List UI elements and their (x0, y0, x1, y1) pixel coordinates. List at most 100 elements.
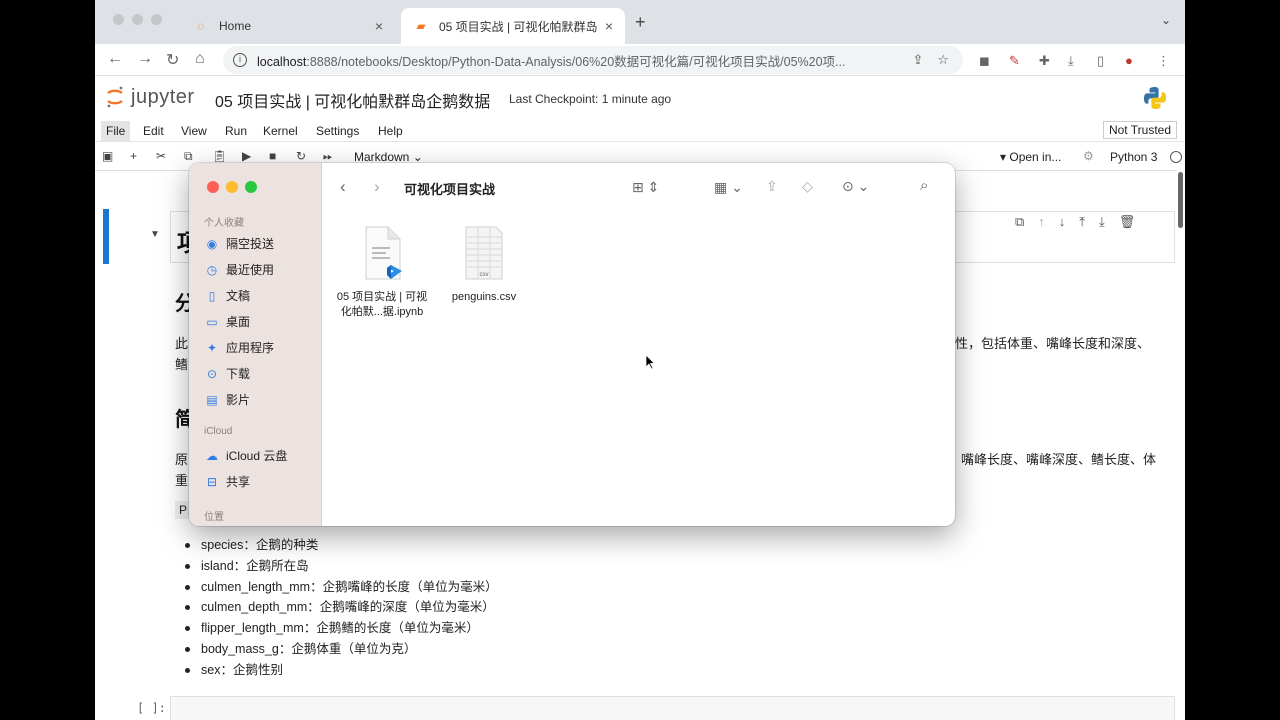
more-actions-icon[interactable]: ⊙ ⌄ (842, 178, 869, 195)
finder-close-button[interactable] (207, 181, 219, 193)
tab-notebook[interactable]: ▰ 05 项目实战 | 可视化帕默群岛企 × (401, 8, 625, 44)
extension-icon[interactable]: ◼ (979, 53, 990, 69)
finder-folder-title: 可视化项目实战 (404, 182, 496, 197)
file-name-line: 05 项目实战 | 可视 (336, 291, 428, 303)
url-field[interactable]: i localhost:8888/notebooks/Desktop/Pytho… (223, 46, 963, 74)
group-by-icon[interactable]: ▦ ⌄ (714, 179, 743, 196)
url-path: :8888/notebooks/Desktop/Python-Data-Anal… (306, 54, 846, 69)
forward-chevron-icon[interactable]: › (374, 177, 380, 197)
open-in-dropdown[interactable]: ▾ Open in... (1000, 150, 1061, 164)
side-panel-icon[interactable]: ▯ (1097, 53, 1104, 69)
menu-view[interactable]: View (181, 124, 207, 138)
kernel-settings-gear-icon[interactable]: ⚙ (1083, 149, 1094, 163)
back-arrow-icon[interactable]: ← (107, 50, 123, 68)
menu-help[interactable]: Help (378, 124, 403, 138)
finder-toolbar: ‹ › 可视化项目实战 ⊞ ⇕ ▦ ⌄ ⇪ ◇ ⊙ ⌄ ⌕ (322, 163, 955, 211)
list-item: body_mass_g：企鹅体重（单位为克） (183, 639, 498, 660)
menu-file[interactable]: File (101, 121, 131, 141)
cut-icon[interactable]: ✂ (156, 149, 166, 163)
cell-type-select[interactable]: Markdown ⌄ (354, 150, 423, 164)
finder-minimize-button[interactable] (226, 181, 238, 193)
window-close-button[interactable] (113, 14, 124, 25)
tag-icon[interactable]: ◇ (802, 178, 813, 195)
menu-settings[interactable]: Settings (316, 124, 359, 138)
file-name: 05 项目实战 | 可视 化帕默...据.ipynb (327, 290, 437, 320)
sidebar-item-documents[interactable]: ▯ 文稿 (205, 287, 250, 304)
share-icon[interactable]: ⇪ (766, 178, 778, 195)
window-zoom-button[interactable] (151, 14, 162, 25)
kernel-name[interactable]: Python 3 (1110, 150, 1157, 164)
back-chevron-icon[interactable]: ‹ (340, 177, 346, 197)
duplicate-cell-icon[interactable]: ⧉ (1015, 214, 1024, 230)
new-tab-button[interactable]: + (635, 12, 646, 33)
insert-above-icon[interactable]: ⤒ (1079, 214, 1085, 230)
window-minimize-button[interactable] (132, 14, 143, 25)
file-name-line: 化帕默...据.ipynb (340, 306, 424, 318)
list-item: flipper_length_mm：企鹅鳍的长度（单位为毫米） (183, 618, 498, 639)
tab-search-chevron-icon[interactable]: ⌄ (1161, 13, 1171, 27)
search-icon[interactable]: ⌕ (920, 177, 928, 194)
pen-extension-icon[interactable]: ✎ (1009, 53, 1020, 69)
stop-icon[interactable]: ■ (269, 149, 276, 163)
reload-icon[interactable]: ↻ (166, 50, 179, 70)
download-icon[interactable]: ⤓ (1068, 53, 1074, 69)
jupyter-wordmark: jupyter (131, 85, 195, 108)
save-icon[interactable]: ▣ (102, 149, 113, 163)
sidebar-item-downloads[interactable]: ⊙ 下载 (205, 365, 250, 382)
share-icon[interactable]: ⇪ (912, 52, 923, 68)
run-icon[interactable]: ▶ (242, 149, 251, 163)
paste-icon[interactable]: 📋︎ (212, 149, 227, 163)
code-cell-input[interactable] (170, 696, 1175, 720)
restart-run-all-icon[interactable]: ⏩︎ (323, 149, 333, 164)
icon-view-icon[interactable]: ⊞ ⇕ (632, 179, 659, 196)
sidebar-item-shared[interactable]: ⊟ 共享 (205, 473, 250, 490)
browser-menu-icon[interactable]: ⋮ (1157, 53, 1170, 69)
forward-arrow-icon[interactable]: → (137, 50, 153, 68)
add-cell-icon[interactable]: + (130, 149, 137, 163)
sidebar-item-label: 下载 (226, 367, 251, 381)
jupyter-logo[interactable]: jupyter (105, 85, 195, 109)
paragraph-text: 嘴峰长度、嘴峰深度、鳍长度、体 (961, 452, 1157, 467)
sidebar-item-applications[interactable]: ✦ 应用程序 (205, 339, 274, 356)
copy-icon[interactable]: ⧉ (184, 149, 193, 164)
list-item: sex：企鹅性别 (183, 660, 498, 681)
scrollbar[interactable] (1178, 172, 1183, 228)
sidebar-item-label: 应用程序 (226, 341, 275, 355)
paragraph-text: 原 (175, 452, 189, 467)
sidebar-item-recents[interactable]: ◷ 最近使用 (205, 261, 274, 278)
trust-status-button[interactable]: Not Trusted (1102, 121, 1177, 139)
sidebar-item-label: 共享 (226, 475, 251, 489)
sidebar-item-movies[interactable]: ▤ 影片 (205, 391, 250, 408)
site-info-icon[interactable]: i (233, 53, 247, 67)
puzzle-extensions-icon[interactable]: ✚ (1039, 53, 1050, 69)
move-up-icon[interactable]: ↑ (1038, 214, 1045, 230)
menu-run[interactable]: Run (225, 124, 247, 138)
sidebar-item-label: 隔空投送 (226, 237, 275, 251)
clock-icon: ◷ (206, 262, 218, 277)
menu-kernel[interactable]: Kernel (263, 124, 298, 138)
sidebar-item-desktop[interactable]: ▭ 桌面 (205, 313, 250, 330)
sidebar-item-icloud-drive[interactable]: ☁ iCloud 云盘 (205, 447, 287, 464)
home-icon[interactable]: ⌂ (195, 50, 205, 68)
restart-icon[interactable]: ↻ (296, 149, 306, 163)
close-icon[interactable]: × (375, 18, 383, 34)
tab-home[interactable]: ◌ Home × (181, 8, 395, 44)
profile-avatar[interactable]: ● (1125, 53, 1133, 68)
file-item-csv[interactable]: csv penguins.csv (429, 225, 539, 305)
close-icon[interactable]: × (605, 18, 613, 34)
address-bar-row: ← → ↻ ⌂ i localhost:8888/notebooks/Deskt… (95, 44, 1185, 76)
sidebar-item-airdrop[interactable]: ◉ 隔空投送 (205, 235, 274, 252)
delete-cell-icon[interactable]: 🗑︎ (1119, 214, 1136, 230)
sidebar-item-label: 最近使用 (226, 263, 275, 277)
cell-toolbar: ⧉ ↑ ↓ ⤒ ⤓ 🗑︎ (1015, 214, 1135, 230)
file-item-notebook[interactable]: 05 项目实战 | 可视 化帕默...据.ipynb (327, 225, 437, 320)
sidebar-item-label: 桌面 (226, 315, 251, 329)
finder-zoom-button[interactable] (245, 181, 257, 193)
tab-title: Home (219, 19, 252, 33)
collapse-heading-icon[interactable]: ▼ (150, 229, 160, 240)
menu-edit[interactable]: Edit (143, 124, 164, 138)
insert-below-icon[interactable]: ⤓ (1099, 214, 1105, 230)
bookmark-star-icon[interactable]: ☆ (937, 52, 949, 68)
notebook-title[interactable]: 05 项目实战 | 可视化帕默群岛企鹅数据 (215, 88, 490, 112)
move-down-icon[interactable]: ↓ (1059, 214, 1066, 230)
